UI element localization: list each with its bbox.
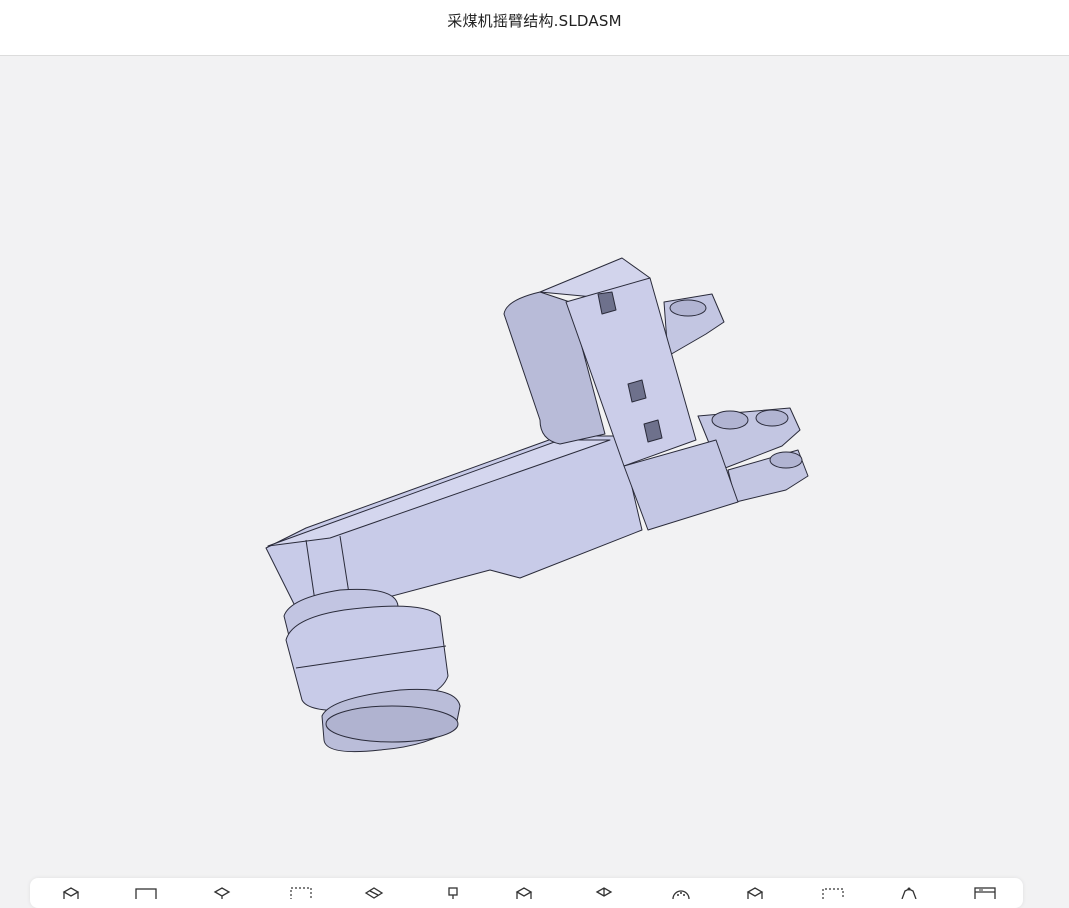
bottom-toolbar <box>30 878 1023 908</box>
isometric-view-icon[interactable] <box>209 887 235 905</box>
front-view-icon[interactable] <box>133 887 159 905</box>
document-title: 采煤机摇臂结构.SLDASM <box>447 12 622 30</box>
section-view-icon[interactable] <box>361 887 387 905</box>
zoom-window-icon[interactable] <box>288 887 314 905</box>
select-box-icon[interactable] <box>820 887 846 905</box>
title-bar: 采煤机摇臂结构.SLDASM <box>0 0 1069 56</box>
explode-icon[interactable] <box>440 887 466 905</box>
hide-show-icon[interactable] <box>591 887 617 905</box>
view-cube-icon[interactable] <box>58 887 84 905</box>
appearance-icon[interactable] <box>668 887 694 905</box>
measure-icon[interactable] <box>896 887 922 905</box>
window-settings-icon[interactable] <box>972 887 998 905</box>
display-style-icon[interactable] <box>511 887 537 905</box>
3d-viewport[interactable] <box>0 56 1069 897</box>
rotate-icon[interactable] <box>742 887 768 905</box>
rocker-arm-assembly-model[interactable] <box>0 56 1069 897</box>
